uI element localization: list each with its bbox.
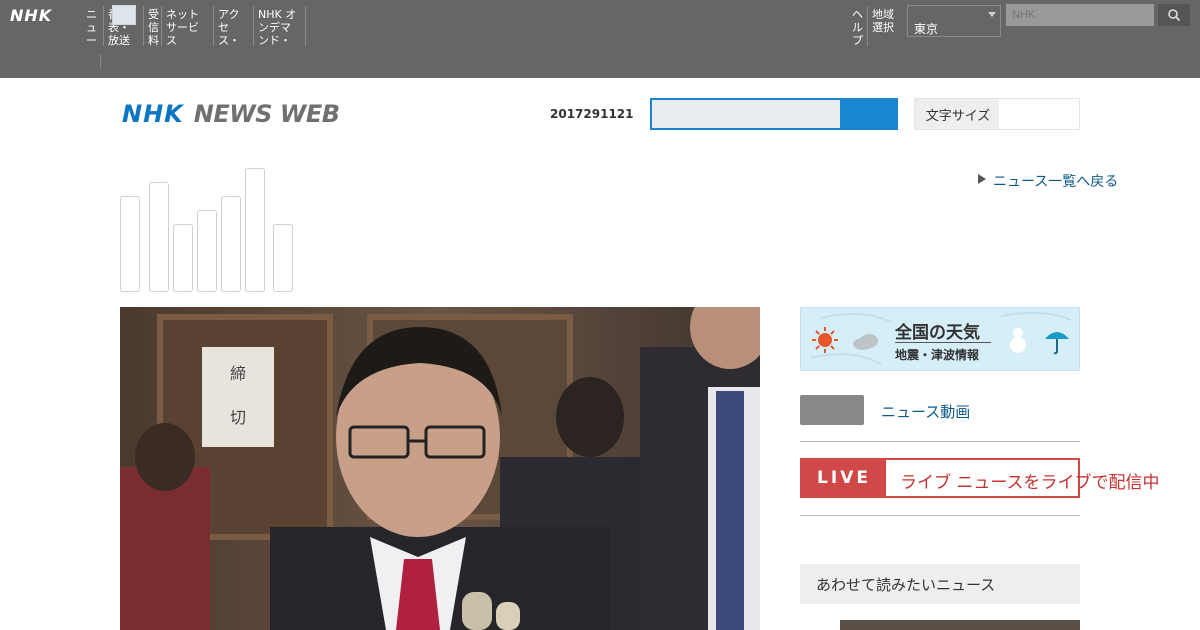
placeholder-bar	[173, 224, 193, 292]
placeholder-bar	[221, 196, 241, 292]
umbrella-icon	[1045, 332, 1069, 355]
header-date: 2017291121	[550, 107, 634, 121]
divider	[800, 515, 1080, 516]
weather-banner[interactable]: 全国の天気 地震・津波情報	[800, 307, 1080, 371]
placeholder-bar	[149, 182, 169, 292]
snowman-icon	[1010, 328, 1026, 353]
live-text: ライブ ニュースをライブで配信中	[900, 473, 1160, 493]
region-select-value: 東京	[914, 22, 939, 36]
global-nav-right: ヘルプ 地域選択	[848, 6, 908, 46]
search-icon	[1168, 9, 1181, 22]
logo-newsweb-text: NEWS WEB	[193, 100, 340, 128]
global-nav-item-news[interactable]: ニュース	[82, 6, 104, 46]
toggle-track[interactable]	[999, 99, 1079, 129]
triangle-right-icon	[978, 174, 986, 184]
placeholder-bar	[273, 224, 293, 292]
global-header: NHK ニュース 番組表・放送予定 受信料 ネットサービス アクセス・地図 NH…	[0, 0, 1200, 78]
text-size-toggle-label: 文字サイズ	[925, 108, 991, 124]
weather-subtitle: 地震・津波情報	[895, 348, 980, 362]
news-search-input[interactable]	[650, 98, 842, 130]
global-nav-item-net[interactable]: ネットサービス	[162, 6, 214, 46]
text-size-toggle[interactable]: 文字サイズ	[914, 98, 1080, 130]
related-news-thumbnail[interactable]	[840, 620, 1080, 630]
toggle-knob[interactable]	[112, 5, 136, 25]
news-video-link[interactable]: ニュース動画	[881, 401, 970, 422]
related-news-title: あわせて読みたいニュース	[816, 576, 996, 594]
weather-title: 全国の天気	[895, 323, 980, 343]
nhk-news-web-logo[interactable]: NHK NEWS WEB	[122, 100, 340, 128]
global-nav-item-ondemand[interactable]: NHK オンデマンド・見逃し	[254, 6, 306, 46]
news-main-photo[interactable]: 締 切	[120, 307, 760, 630]
cloud-icon	[853, 334, 878, 350]
global-search-input[interactable]	[1006, 4, 1154, 26]
news-list-link[interactable]: ニュース一覧へ戻る	[993, 171, 1118, 191]
loading-placeholder-graphic	[120, 166, 293, 292]
divider	[800, 441, 1080, 442]
news-photo-image: 締 切	[120, 307, 760, 630]
placeholder-bar	[197, 210, 217, 292]
sun-icon	[812, 327, 838, 353]
news-search-button[interactable]	[840, 98, 898, 130]
placeholder-bar	[120, 196, 140, 292]
svg-text:締: 締	[230, 364, 246, 383]
nhk-global-logo[interactable]: NHK	[10, 6, 52, 25]
global-search-button[interactable]	[1158, 4, 1190, 26]
related-news-section-header: あわせて読みたいニュース	[800, 564, 1080, 604]
weather-divider	[895, 342, 991, 343]
logo-nhk-text: NHK	[122, 100, 184, 128]
global-nav-divider	[100, 54, 101, 68]
chevron-down-icon	[988, 12, 996, 17]
live-stream-banner[interactable]: LIVE ライブ ニュースをライブで配信中	[800, 458, 1160, 498]
region-select[interactable]: 東京	[907, 5, 1001, 37]
global-nav-item-help[interactable]: ヘルプ	[848, 6, 868, 46]
video-badge	[800, 395, 864, 425]
svg-text:切: 切	[230, 408, 246, 427]
global-nav-item-fee[interactable]: 受信料	[144, 6, 162, 46]
global-nav-item-region[interactable]: 地域選択	[868, 6, 908, 46]
live-tag: LIVE	[802, 460, 886, 496]
placeholder-bar	[245, 168, 265, 292]
global-nav-item-access[interactable]: アクセス・地図	[214, 6, 254, 46]
